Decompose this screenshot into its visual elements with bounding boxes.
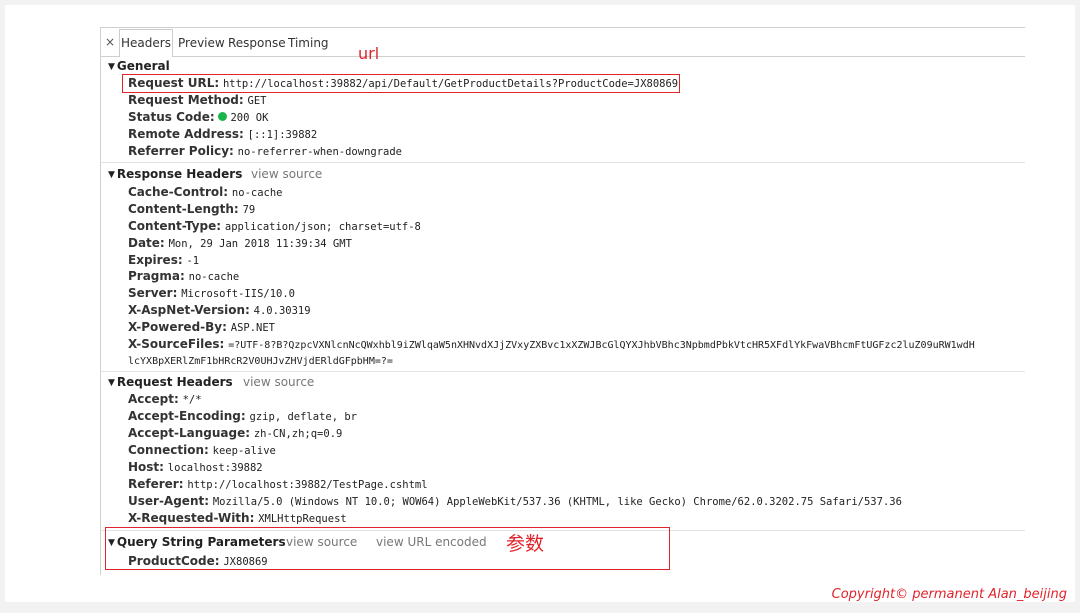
section-response-headers-title: Response Headers [116,167,243,181]
divider [101,162,1025,163]
tab-headers[interactable]: Headers [119,29,173,57]
general-row-request-method: Request Method: GET [128,92,267,109]
response-row-continuation: lcYXBpXERlZmF1bHRcR2V0UHJvZHVjdERldGFpbH… [128,352,393,369]
header-value: lcYXBpXERlZmF1bHRcR2V0UHJvZHVjdERldGFpbH… [128,356,393,367]
header-value: Mozilla/5.0 (Windows NT 10.0; WOW64) App… [212,496,902,508]
response-row: X-Powered-By: ASP.NET [128,319,275,336]
header-key: Accept-Language: [128,426,251,440]
header-value: localhost:39882 [167,462,263,474]
header-key: Remote Address: [128,127,244,141]
header-key: Accept-Encoding: [128,409,246,423]
header-value: no-referrer-when-downgrade [237,146,403,158]
header-key: Status Code: [128,110,215,124]
response-row: Content-Type: application/json; charset=… [128,218,421,235]
header-key: User-Agent: [128,494,210,508]
header-value: */* [182,394,202,406]
response-row: Server: Microsoft-IIS/10.0 [128,285,295,302]
general-row-referrer-policy: Referrer Policy: no-referrer-when-downgr… [128,143,402,160]
response-row: Pragma: no-cache [128,268,239,285]
annotation-url: url [358,44,380,63]
collapse-triangle-icon: ▼ [108,378,115,388]
header-key: Connection: [128,443,209,457]
header-value: [::1]:39882 [247,129,318,141]
header-key: Expires: [128,253,183,267]
detail-tab-bar: × Headers Preview Response Timing [101,27,1025,57]
header-key: Accept: [128,392,179,406]
request-row: Referer: http://localhost:39882/TestPage… [128,476,428,493]
header-value: application/json; charset=utf-8 [224,221,421,233]
header-key: Content-Type: [128,219,222,233]
request-row: Accept-Language: zh-CN,zh;q=0.9 [128,425,342,442]
request-row: Accept-Encoding: gzip, deflate, br [128,408,357,425]
request-row: X-Requested-With: XMLHttpRequest [128,510,347,527]
collapse-triangle-icon: ▼ [108,170,115,180]
header-value: 79 [242,204,256,216]
header-value: XMLHttpRequest [258,513,347,525]
general-row-remote-address: Remote Address: [::1]:39882 [128,126,317,143]
close-icon[interactable]: × [105,35,115,49]
section-general-title: General [116,59,170,73]
header-key: Cache-Control: [128,185,229,199]
response-view-source-link[interactable]: view source [251,166,322,183]
header-key: Referrer Policy: [128,144,234,158]
devtools-panel: × Headers Preview Response Timing url ▼ G… [5,5,1075,602]
response-row: Date: Mon, 29 Jan 2018 11:39:34 GMT [128,235,352,252]
header-key: Referer: [128,477,184,491]
header-key: X-AspNet-Version: [128,303,250,317]
copyright-watermark: Copyright© permanent Alan_beijing [831,587,1067,602]
tab-preview[interactable]: Preview [178,30,225,56]
section-request-headers[interactable]: ▼ Request Headers [108,374,233,391]
header-value: -1 [186,255,200,267]
response-row: X-AspNet-Version: 4.0.30319 [128,302,311,319]
header-key: Date: [128,236,165,250]
header-value: no-cache [188,271,240,283]
header-value: 200 OK [230,112,269,124]
network-detail-pane: × Headers Preview Response Timing url ▼ G… [100,27,1025,575]
collapse-triangle-icon: ▼ [108,62,115,72]
tab-response[interactable]: Response [228,30,286,56]
response-row: Content-Length: 79 [128,201,255,218]
header-value: ASP.NET [230,322,276,334]
header-value: http://localhost:39882/TestPage.cshtml [187,479,428,491]
response-row: Expires: -1 [128,252,199,269]
params-highlight-box [105,527,670,570]
request-row: Accept: */* [128,391,202,408]
header-value: 4.0.30319 [253,305,311,317]
section-request-headers-title: Request Headers [116,375,233,389]
request-row: Host: localhost:39882 [128,459,263,476]
header-key: Host: [128,460,164,474]
header-key: X-SourceFiles: [128,337,225,351]
header-key: Content-Length: [128,202,239,216]
response-row: X-SourceFiles: =?UTF-8?B?QzpcVXNlcnNcQWx… [128,336,1023,353]
header-key: Request Method: [128,93,244,107]
request-view-source-link[interactable]: view source [243,374,314,391]
header-value: gzip, deflate, br [249,411,357,423]
section-general[interactable]: ▼ General [108,58,170,75]
header-value: no-cache [231,187,283,199]
header-key: Server: [128,286,178,300]
status-ok-icon [218,112,228,121]
request-row: Connection: keep-alive [128,442,276,459]
header-value: Mon, 29 Jan 2018 11:39:34 GMT [168,238,352,250]
header-value: GET [247,95,267,107]
header-value: zh-CN,zh;q=0.9 [253,428,343,440]
response-row: Cache-Control: no-cache [128,184,283,201]
header-value: Microsoft-IIS/10.0 [181,288,296,300]
tab-timing[interactable]: Timing [288,30,329,56]
header-value: =?UTF-8?B?QzpcVXNlcnNcQWxhbl9iZWlqaW5nXH… [228,340,975,351]
header-value: keep-alive [212,445,276,457]
header-key: X-Requested-With: [128,511,255,525]
general-row-status-code: Status Code: 200 OK [128,109,268,126]
header-key: X-Powered-By: [128,320,227,334]
url-highlight-box [122,74,680,93]
header-key: Pragma: [128,269,185,283]
divider [101,371,1025,372]
section-response-headers[interactable]: ▼ Response Headers [108,166,242,183]
request-row: User-Agent: Mozilla/5.0 (Windows NT 10.0… [128,493,1023,510]
